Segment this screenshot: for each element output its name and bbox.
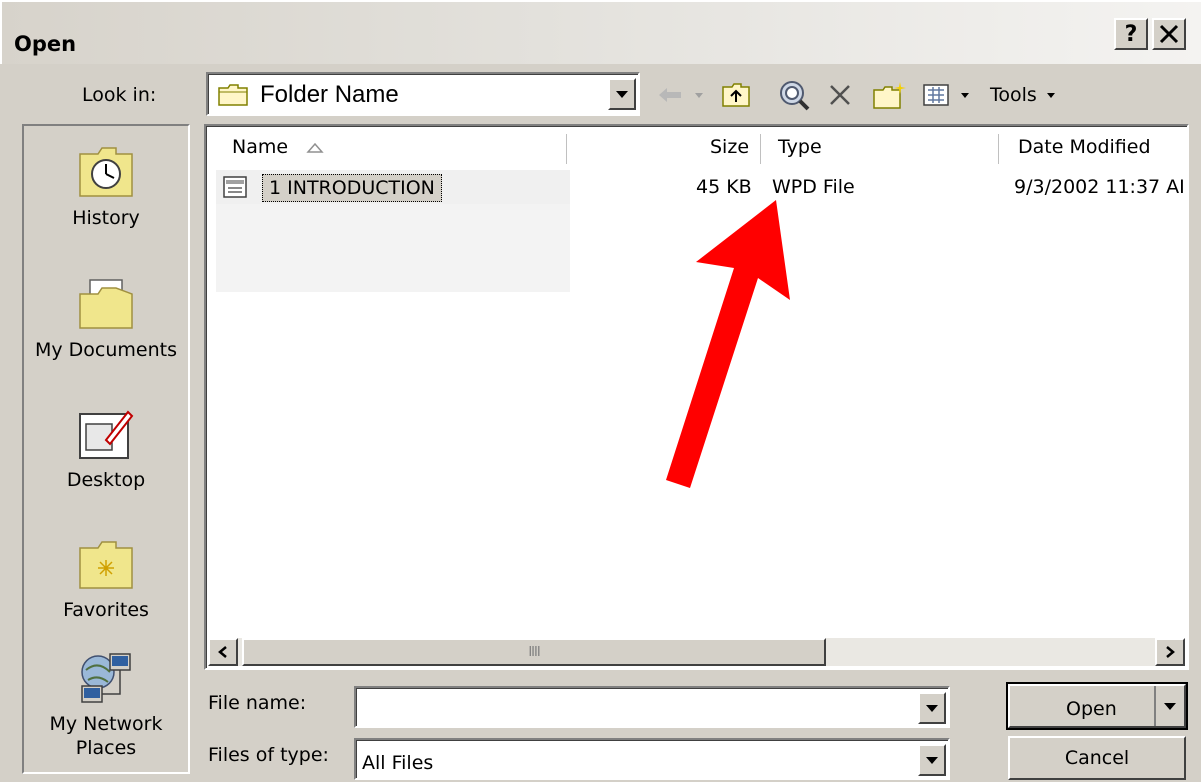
place-desktop-label: Desktop bbox=[66, 469, 146, 491]
column-header-name-label: Name bbox=[232, 136, 289, 158]
history-icon bbox=[76, 144, 136, 200]
places-bar: History My Documents Desktop Favorites M… bbox=[22, 124, 190, 774]
back-arrow-icon bbox=[659, 88, 681, 102]
file-type-label: Files of type: bbox=[208, 744, 329, 766]
title-bar[interactable]: Open ? bbox=[0, 0, 1201, 64]
views-button[interactable] bbox=[918, 78, 954, 112]
column-header-size[interactable]: Size bbox=[710, 136, 749, 158]
scroll-left-button[interactable] bbox=[208, 638, 238, 666]
place-favorites-label: Favorites bbox=[63, 599, 149, 621]
lookin-label: Look in: bbox=[82, 84, 157, 106]
up-one-level-button[interactable] bbox=[718, 78, 754, 112]
column-divider[interactable] bbox=[760, 134, 761, 164]
chevron-down-icon[interactable] bbox=[918, 744, 946, 776]
chevron-down-icon bbox=[695, 93, 703, 98]
window-title: Open bbox=[14, 32, 77, 56]
folder-up-icon bbox=[722, 83, 750, 107]
lookin-dropdown[interactable]: Folder Name bbox=[206, 72, 640, 116]
name-column-shade bbox=[216, 204, 570, 292]
scroll-thumb[interactable]: IIII bbox=[242, 638, 826, 666]
delete-button[interactable] bbox=[824, 78, 856, 112]
cancel-button-label: Cancel bbox=[1064, 747, 1130, 769]
favorites-icon bbox=[76, 536, 136, 592]
open-button-label: Open bbox=[1066, 698, 1117, 720]
close-icon bbox=[1159, 24, 1179, 44]
place-my-network-places-label-line2: Places bbox=[75, 737, 137, 759]
column-divider[interactable] bbox=[998, 134, 999, 164]
chevron-down-icon[interactable] bbox=[608, 78, 636, 110]
lookin-value: Folder Name bbox=[260, 81, 399, 108]
chevron-right-icon bbox=[1166, 646, 1175, 658]
place-my-network-places[interactable]: My Network Places bbox=[24, 650, 188, 760]
new-folder-button[interactable] bbox=[870, 78, 910, 112]
my-network-places-icon bbox=[76, 650, 136, 706]
tools-menu[interactable]: Tools bbox=[990, 84, 1037, 106]
place-my-network-places-label-line1: My Network bbox=[49, 713, 163, 735]
folder-icon bbox=[218, 84, 248, 106]
cancel-button[interactable]: Cancel bbox=[1008, 736, 1186, 780]
desktop-icon bbox=[76, 406, 136, 462]
chevron-down-icon bbox=[1047, 93, 1055, 98]
place-history-label: History bbox=[72, 207, 140, 229]
column-divider[interactable] bbox=[566, 134, 567, 164]
sort-ascending-icon bbox=[306, 142, 324, 153]
open-dropdown[interactable] bbox=[1154, 686, 1184, 726]
wpd-file-icon bbox=[223, 176, 247, 198]
file-size: 45 KB bbox=[696, 176, 752, 198]
chevron-down-icon bbox=[961, 93, 969, 98]
file-type-value: All Files bbox=[362, 752, 434, 774]
place-favorites[interactable]: Favorites bbox=[24, 536, 188, 622]
file-row[interactable]: 1 INTRODUCTION bbox=[216, 170, 570, 204]
file-type: WPD File bbox=[772, 176, 855, 198]
place-my-documents-label: My Documents bbox=[34, 339, 177, 361]
file-type-select[interactable]: All Files bbox=[354, 738, 950, 780]
tools-dropdown[interactable] bbox=[1044, 78, 1058, 112]
column-header-type[interactable]: Type bbox=[778, 136, 822, 158]
back-dropdown[interactable] bbox=[692, 78, 706, 112]
column-header-date-modified[interactable]: Date Modified bbox=[1018, 136, 1151, 158]
chevron-down-icon[interactable] bbox=[918, 692, 946, 724]
delete-icon bbox=[830, 85, 850, 105]
place-my-documents[interactable]: My Documents bbox=[24, 276, 188, 362]
place-history[interactable]: History bbox=[24, 144, 188, 230]
file-name-input[interactable] bbox=[354, 686, 950, 728]
file-name-label: File name: bbox=[208, 692, 307, 714]
chevron-left-icon bbox=[218, 646, 227, 658]
file-date-modified: 9/3/2002 11:37 AI bbox=[1014, 176, 1185, 198]
my-documents-icon bbox=[76, 276, 136, 332]
open-button[interactable]: Open bbox=[1006, 682, 1188, 730]
views-dropdown[interactable] bbox=[958, 78, 972, 112]
views-icon bbox=[923, 84, 949, 106]
column-header-name[interactable]: Name bbox=[232, 136, 324, 158]
place-desktop[interactable]: Desktop bbox=[24, 406, 188, 492]
search-web-button[interactable] bbox=[776, 78, 812, 112]
new-folder-icon bbox=[873, 82, 906, 109]
horizontal-scrollbar[interactable]: IIII bbox=[208, 638, 1185, 666]
file-list[interactable]: Name Size Type Date Modified 1 INTRODUCT… bbox=[204, 124, 1189, 670]
help-icon: ? bbox=[1124, 21, 1138, 47]
search-web-icon bbox=[780, 81, 810, 111]
close-button[interactable] bbox=[1152, 18, 1186, 50]
back-button[interactable] bbox=[652, 78, 688, 112]
help-button[interactable]: ? bbox=[1114, 18, 1148, 50]
scroll-grip: IIII bbox=[528, 644, 540, 660]
scroll-right-button[interactable] bbox=[1155, 638, 1185, 666]
file-name[interactable]: 1 INTRODUCTION bbox=[262, 174, 442, 202]
